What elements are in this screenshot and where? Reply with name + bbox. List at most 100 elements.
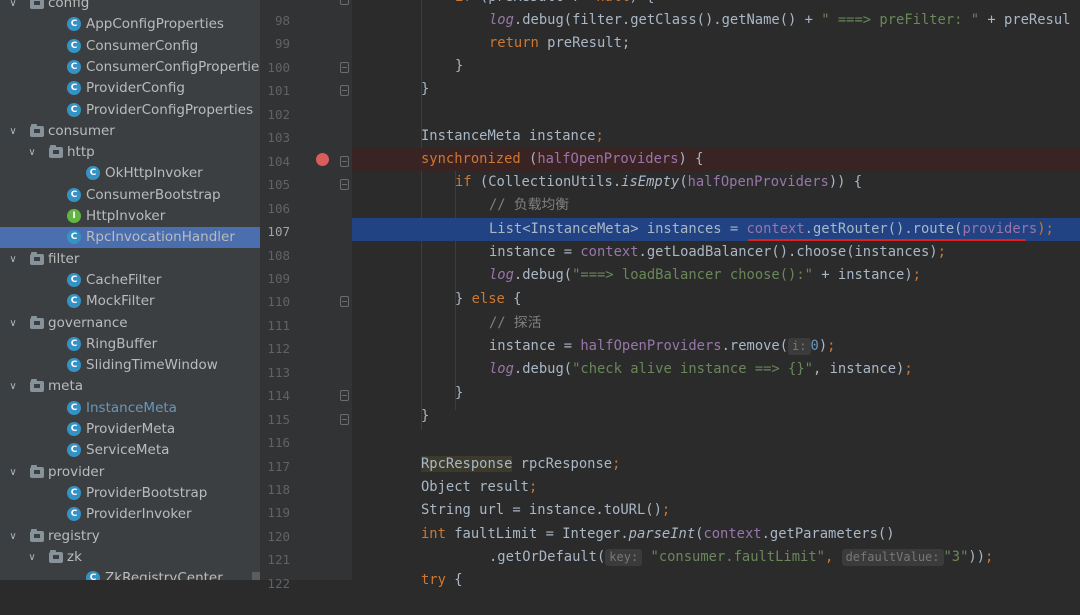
fold-marker-icon[interactable] [340, 61, 349, 73]
chevron-down-icon[interactable]: ∨ [26, 547, 38, 568]
chevron-down-icon[interactable]: ∨ [7, 376, 19, 397]
param-hint: key: [605, 549, 643, 566]
tree-item-label: meta [48, 378, 84, 395]
tree-item-label: ProviderMeta [86, 421, 176, 437]
tree-file[interactable]: C ConsumerConfig [0, 36, 260, 57]
code-line-120[interactable]: int faultLimit = Integer.parseInt(contex… [352, 523, 1080, 546]
line-number: 111 [267, 317, 290, 333]
breakpoint-icon[interactable] [316, 153, 329, 166]
code-line-104[interactable]: synchronized (halfOpenProviders) { [352, 148, 1080, 171]
tree-file[interactable]: C AppConfigProperties [0, 14, 260, 35]
tree-folder[interactable]: ∨ filter [0, 249, 260, 270]
line-number: 100 [267, 59, 290, 75]
fold-marker-icon[interactable] [340, 390, 349, 402]
tree-folder[interactable]: ∨ provider [0, 462, 260, 483]
fold-marker-icon[interactable] [340, 413, 349, 425]
tree-item-label: config [48, 0, 90, 11]
tree-item-label: HttpInvoker [86, 208, 166, 224]
class-icon: C [86, 571, 100, 580]
tree-item-label: registry [48, 527, 100, 544]
tree-file[interactable]: C InstanceMeta [0, 398, 260, 419]
line-number: 115 [267, 411, 290, 427]
tree-item-label: http [67, 144, 95, 161]
line-number: 112 [267, 341, 290, 357]
code-line-111[interactable]: // 探活 [352, 312, 1080, 335]
tree-folder[interactable]: ∨ http [0, 142, 260, 163]
line-number: 101 [267, 83, 290, 99]
tree-file[interactable]: C ConsumerConfigProperties [0, 57, 260, 78]
tree-item-label: RingBuffer [86, 335, 158, 352]
code-line-110[interactable]: } else { [352, 288, 1080, 311]
tree-file[interactable]: C ProviderConfig [0, 78, 260, 99]
code-line-114[interactable]: } [352, 382, 1080, 405]
chevron-down-icon[interactable]: ∨ [26, 142, 38, 163]
tree-file[interactable]: C ZkRegistryCenter [0, 568, 260, 580]
code-line-106[interactable]: // 负载均衡 [352, 194, 1080, 217]
code-line-99[interactable]: return preResult; [352, 32, 1080, 55]
tree-item-label: ZkRegistryCenter [105, 570, 223, 580]
code-line-109[interactable]: log.debug("===> loadBalancer choose():" … [352, 264, 1080, 287]
tree-item-label: MockFilter [86, 293, 155, 310]
tree-folder[interactable]: ∨ consumer [0, 121, 260, 142]
tree-file[interactable]: C SlidingTimeWindow [0, 355, 260, 376]
line-number: 116 [267, 435, 290, 451]
tree-scrollbar[interactable] [252, 572, 260, 580]
chevron-down-icon[interactable]: ∨ [7, 526, 19, 547]
tree-folder[interactable]: ∨ governance [0, 313, 260, 334]
folder-icon [49, 145, 63, 159]
code-line-98[interactable]: log.debug(filter.getClass().getName() + … [352, 9, 1080, 32]
tree-file[interactable]: C OkHttpInvoker [0, 163, 260, 184]
code-line-117[interactable]: RpcResponse rpcResponse; [352, 453, 1080, 476]
tree-file[interactable]: I HttpInvoker [0, 206, 260, 227]
tree-item-label: OkHttpInvoker [105, 165, 203, 182]
fold-marker-icon[interactable] [340, 179, 349, 191]
tree-item-label: RpcInvocationHandler [86, 229, 235, 246]
code-line-107-current[interactable]: List<InstanceMeta> instances = context.g… [352, 218, 1080, 241]
tree-file[interactable]: C MockFilter [0, 291, 260, 312]
tree-folder[interactable]: ∨ config [0, 0, 260, 14]
tree-folder[interactable]: ∨ zk [0, 547, 260, 568]
code-line-119[interactable]: String url = instance.toURL(); [352, 499, 1080, 522]
chevron-down-icon[interactable]: ∨ [7, 121, 19, 142]
chevron-down-icon[interactable]: ∨ [7, 0, 19, 14]
tree-folder[interactable]: ∨ meta [0, 376, 260, 397]
tree-file[interactable]: C ServiceMeta [0, 440, 260, 461]
line-number: 102 [267, 106, 290, 122]
fold-marker-icon[interactable] [340, 0, 349, 5]
chevron-down-icon[interactable]: ∨ [7, 249, 19, 270]
tree-file[interactable]: C ProviderInvoker [0, 504, 260, 525]
code-line-113[interactable]: log.debug("check alive instance ==> {}",… [352, 358, 1080, 381]
folder-icon [30, 123, 44, 137]
code-line-118[interactable]: Object result; [352, 476, 1080, 499]
code-line-108[interactable]: instance = context.getLoadBalancer().cho… [352, 241, 1080, 264]
tree-file[interactable]: C CacheFilter [0, 270, 260, 291]
tree-file[interactable]: C ConsumerBootstrap [0, 185, 260, 206]
line-number: 98 [274, 13, 290, 28]
code-line-115[interactable]: } [352, 405, 1080, 428]
class-icon: C [67, 38, 81, 53]
code-line-97[interactable]: if (preResult != null) { [352, 0, 1080, 9]
folder-icon [30, 251, 44, 265]
code-line-112[interactable]: instance = halfOpenProviders.remove(i: 0)… [352, 335, 1080, 358]
code-line-122[interactable]: try { [352, 569, 1080, 592]
code-line-101[interactable]: } [352, 78, 1080, 101]
tree-file[interactable]: C ProviderConfigProperties [0, 100, 260, 121]
line-number: 118 [267, 482, 290, 497]
tree-file[interactable]: C ProviderMeta [0, 419, 260, 440]
project-tree: ∨ config C AppConfigProperties C ConsumerConf… [0, 0, 260, 580]
chevron-down-icon[interactable]: ∨ [7, 313, 19, 334]
tree-folder[interactable]: ∨ registry [0, 526, 260, 547]
tree-file[interactable]: C RingBuffer [0, 334, 260, 355]
fold-marker-icon[interactable] [340, 85, 349, 97]
tree-file[interactable]: C RpcInvocationHandler [0, 227, 260, 249]
code-line-105[interactable]: if (CollectionUtils.isEmpty(halfOpenProv… [352, 171, 1080, 194]
fold-marker-icon[interactable] [340, 296, 349, 308]
tree-file[interactable]: C ProviderBootstrap [0, 483, 260, 504]
code-line-103[interactable]: InstanceMeta instance; [352, 125, 1080, 148]
code-line-100[interactable]: } [352, 55, 1080, 78]
code-line-121[interactable]: .getOrDefault(key: "consumer.faultLimit"… [352, 546, 1080, 569]
fold-marker-icon[interactable] [340, 155, 349, 167]
line-number: 121 [267, 552, 290, 568]
line-number: 107 [267, 224, 290, 240]
chevron-down-icon[interactable]: ∨ [7, 462, 19, 483]
